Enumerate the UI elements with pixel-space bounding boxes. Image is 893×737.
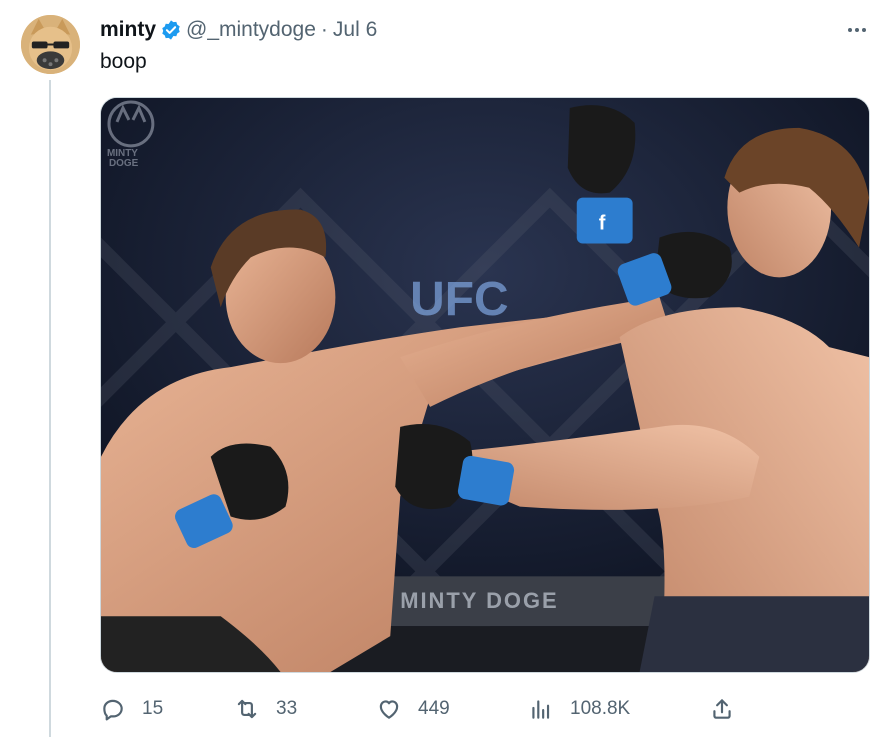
avatar[interactable]	[21, 15, 80, 74]
display-name[interactable]: minty	[100, 18, 156, 42]
reply-button[interactable]: 15	[100, 690, 163, 728]
verified-badge-icon	[160, 19, 182, 41]
views-bar-chart-icon	[532, 700, 550, 719]
views-count: 108.8K	[570, 698, 631, 719]
svg-text:DOGE: DOGE	[109, 158, 139, 169]
heart-icon	[379, 700, 399, 719]
share-button[interactable]	[709, 690, 735, 728]
tweet-header: minty @_mintydoge · Jul 6	[100, 17, 377, 43]
like-button[interactable]: 449	[376, 690, 450, 728]
tweet-media-image[interactable]: UFC MINTY DOGE MINTY DOGE f	[100, 97, 870, 673]
tweet-date[interactable]: Jul 6	[333, 18, 377, 42]
tweet-actions-bar: 15 33 449 108.8K	[100, 690, 870, 730]
like-count: 449	[418, 698, 450, 719]
ring-sign-text: MINTY DOGE	[400, 588, 558, 613]
share-upload-icon	[713, 699, 731, 719]
views-button[interactable]: 108.8K	[528, 690, 630, 728]
retweet-icon	[237, 699, 257, 719]
header-separator: ·	[320, 18, 328, 41]
user-handle[interactable]: @_mintydoge	[186, 18, 316, 42]
reply-count: 15	[142, 698, 164, 719]
thread-connector-line	[49, 80, 51, 737]
more-dots-icon[interactable]	[840, 18, 874, 42]
reply-icon	[103, 699, 123, 721]
retweet-button[interactable]: 33	[234, 690, 297, 728]
retweet-count: 33	[276, 698, 298, 719]
arena-sign-text: UFC	[410, 273, 508, 326]
glove-logo: f	[599, 213, 606, 235]
tweet-text: boop	[100, 50, 147, 73]
